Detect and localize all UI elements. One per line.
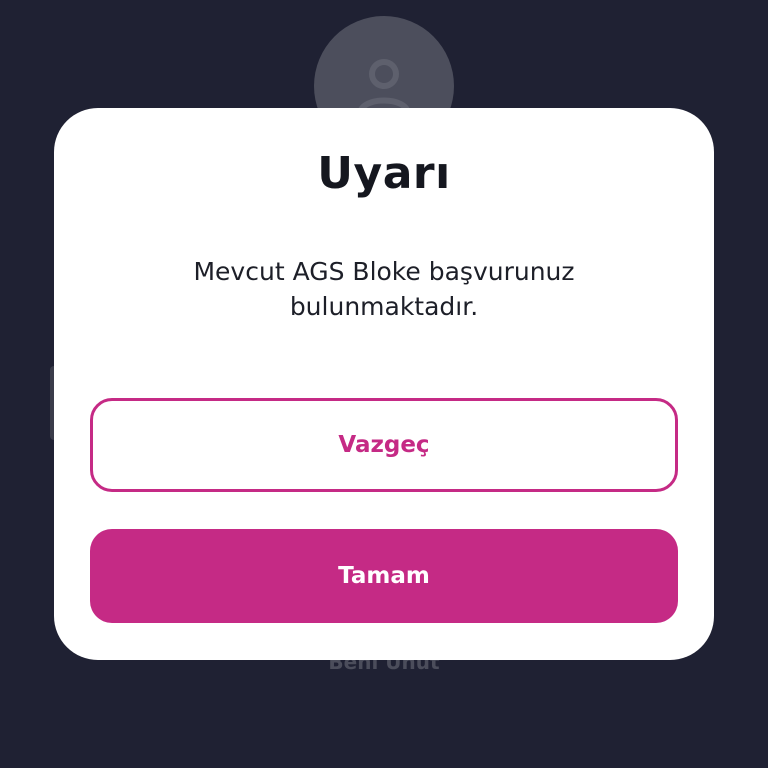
ok-button[interactable]: Tamam [90,529,678,623]
dialog-message-line-2: bulunmaktadır. [289,292,479,321]
alert-dialog: Uyarı Mevcut AGS Bloke başvurunuz bulunm… [54,108,714,660]
dialog-message: Mevcut AGS Bloke başvurunuz bulunmaktadı… [134,254,634,324]
cancel-button[interactable]: Vazgeç [90,398,678,492]
screen: Beni Unut Uyarı Mevcut AGS Bloke başvuru… [0,0,768,768]
dialog-title: Uyarı [317,148,451,199]
user-icon [356,16,412,118]
dialog-message-line-1: Mevcut AGS Bloke başvurunuz [193,257,575,286]
